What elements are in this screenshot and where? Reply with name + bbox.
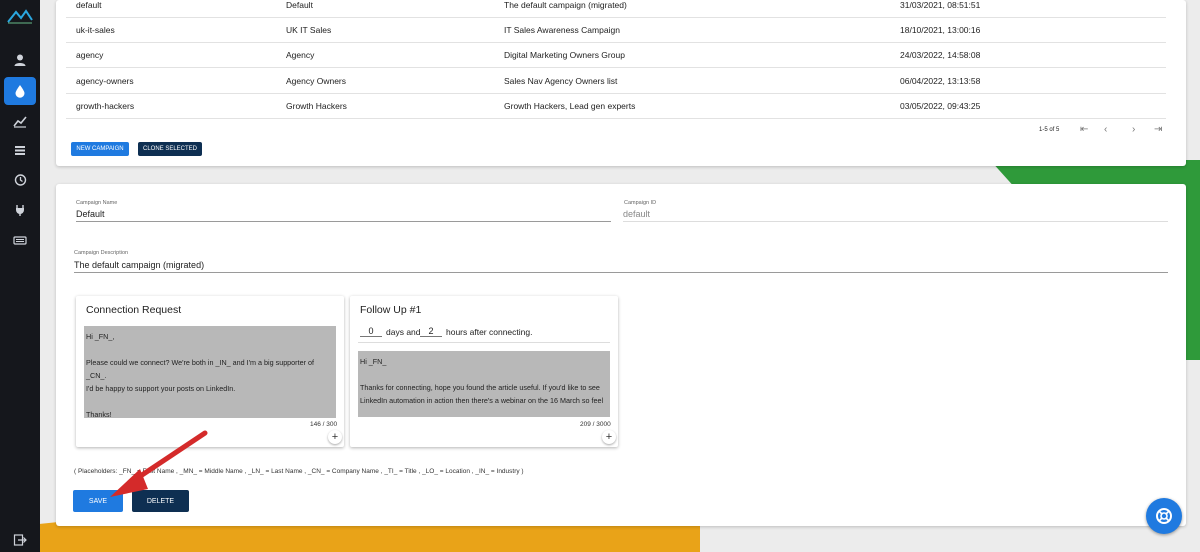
cell-name: UK IT Sales [286, 24, 332, 35]
cell-id: default [76, 0, 102, 10]
campaign-description-underline [74, 272, 1168, 273]
cell-id: agency-owners [76, 75, 134, 86]
days-text: days and [386, 327, 421, 337]
prev-page-icon[interactable]: ‹ [1104, 124, 1107, 135]
campaign-description-label: Campaign Description [74, 250, 129, 256]
cell-description: Growth Hackers, Lead gen experts [504, 100, 636, 111]
sidebar-item-queue[interactable] [4, 136, 36, 164]
sidebar-item-settings[interactable] [4, 226, 36, 254]
cell-date: 03/05/2022, 09:43:25 [900, 100, 981, 111]
cell-date: 18/10/2021, 13:00:16 [900, 24, 981, 35]
sidebar-item-integrations[interactable] [4, 196, 36, 224]
cell-id: uk-it-sales [76, 24, 115, 35]
campaign-description-input[interactable]: The default campaign (migrated) [74, 260, 204, 270]
connection-request-card: Connection Request Hi _FN_, Please could… [76, 296, 344, 447]
first-page-icon[interactable]: ⇤ [1080, 124, 1088, 135]
chart-icon [13, 116, 27, 128]
cell-name: Agency Owners [286, 75, 346, 86]
cell-description: Sales Nav Agency Owners list [504, 75, 618, 86]
table-row[interactable]: agency Agency Digital Marketing Owners G… [66, 42, 1166, 68]
text-line: Thanks! [86, 410, 112, 418]
table-row[interactable]: growth-hackers Growth Hackers Growth Hac… [66, 93, 1166, 119]
text-line: Please could we connect? We're both in _… [86, 358, 314, 380]
sidebar-item-user[interactable] [4, 46, 36, 74]
cell-description: The default campaign (migrated) [504, 0, 627, 10]
campaign-id-value: default [623, 209, 651, 219]
new-campaign-button[interactable]: NEW CAMPAIGN [71, 142, 129, 156]
sidebar-item-campaigns[interactable] [4, 77, 36, 105]
campaign-table-card: default Default The default campaign (mi… [56, 0, 1186, 166]
campaign-name-input[interactable]: Default [76, 209, 105, 219]
history-icon [14, 174, 27, 186]
cell-name: Default [286, 0, 313, 10]
text-line: Hi _FN_, [86, 332, 115, 341]
text-line: Hi _FN_ [360, 357, 387, 366]
last-page-icon[interactable]: ⇥ [1154, 124, 1162, 135]
save-button[interactable]: SAVE [73, 490, 123, 512]
text-line: LinkedIn automation in action then there… [360, 396, 604, 405]
cell-id: growth-hackers [76, 100, 135, 111]
logout-icon [13, 534, 27, 546]
campaign-id-underline [623, 221, 1168, 222]
table-row[interactable]: uk-it-sales UK IT Sales IT Sales Awarene… [66, 17, 1166, 43]
cell-date: 06/04/2022, 13:13:58 [900, 75, 981, 86]
clone-selected-button[interactable]: CLONE SELECTED [138, 142, 202, 156]
pagination-label: 1-5 of 5 [1039, 127, 1060, 133]
keyboard-icon [13, 236, 27, 245]
lifebuoy-icon [1156, 508, 1172, 524]
logo-icon [7, 9, 33, 24]
add-placeholder-icon[interactable]: + [328, 430, 342, 444]
campaign-name-underline [76, 221, 611, 222]
cell-description: IT Sales Awareness Campaign [504, 24, 620, 35]
table-row[interactable]: agency-owners Agency Owners Sales Nav Ag… [66, 68, 1166, 94]
cell-name: Agency [286, 49, 315, 60]
cell-name: Growth Hackers [286, 100, 347, 111]
follow-up-days-input[interactable]: 0 [360, 326, 382, 337]
next-page-icon[interactable]: › [1132, 124, 1135, 135]
follow-up-card: Follow Up #1 0 days and 2 hours after co… [350, 296, 618, 447]
user-icon [14, 54, 26, 66]
follow-up-textarea[interactable]: Hi _FN_ Thanks for connecting, hope you … [358, 351, 610, 417]
add-placeholder-icon[interactable]: + [602, 430, 616, 444]
sidebar-item-analytics[interactable] [4, 107, 36, 135]
follow-up-title: Follow Up #1 [360, 304, 422, 316]
sidebar-item-history[interactable] [4, 166, 36, 194]
divider [358, 342, 610, 343]
follow-up-hours-input[interactable]: 2 [420, 326, 442, 337]
text-line: I'd be happy to support your posts on Li… [86, 384, 236, 393]
campaign-editor-card: Campaign Name Default Campaign ID defaul… [56, 184, 1186, 526]
campaign-name-label: Campaign Name [76, 200, 118, 206]
connection-request-textarea[interactable]: Hi _FN_, Please could we connect? We're … [84, 326, 336, 418]
cell-date: 24/03/2022, 14:58:08 [900, 49, 981, 60]
cell-id: agency [76, 49, 104, 60]
help-button[interactable] [1146, 498, 1182, 534]
cell-description: Digital Marketing Owners Group [504, 49, 625, 60]
connection-request-title: Connection Request [86, 304, 182, 316]
table-row[interactable]: default Default The default campaign (mi… [66, 0, 1166, 18]
hours-text: hours after connecting. [446, 327, 533, 337]
delete-button[interactable]: DELETE [132, 490, 189, 512]
follow-up-char-count: 209 / 3000 [580, 421, 611, 428]
sidebar [0, 0, 40, 552]
text-line: Thanks for connecting, hope you found th… [360, 383, 600, 392]
campaign-id-label: Campaign ID [624, 200, 657, 206]
placeholders-legend: ( Placeholders: _FN_ = First Name , _MN_… [74, 468, 524, 475]
connection-char-count: 146 / 300 [310, 421, 338, 428]
plug-icon [16, 205, 24, 216]
sidebar-item-logout[interactable] [4, 530, 36, 550]
drop-icon [15, 85, 25, 98]
cell-date: 31/03/2021, 08:51:51 [900, 0, 981, 10]
layers-icon [15, 146, 25, 155]
